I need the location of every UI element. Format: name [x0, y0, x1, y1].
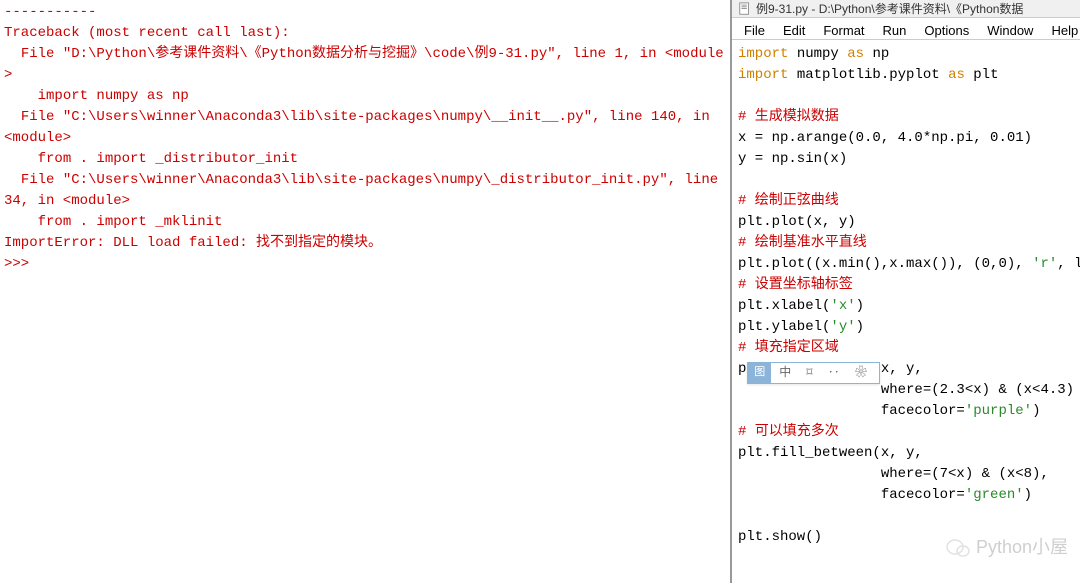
- window-title-text: 例9-31.py - D:\Python\参考课件资料\《Python数据: [756, 0, 1023, 18]
- wechat-icon: [946, 538, 970, 558]
- comment-5: # 填充指定区域: [738, 338, 1074, 359]
- tb-line-5: File "C:\Users\winner\Anaconda3\lib\site…: [4, 170, 726, 212]
- comment-4: # 设置坐标轴标签: [738, 275, 1074, 296]
- tb-line-6: from . import _mklinit: [4, 212, 726, 233]
- ime-mode-icon[interactable]: 图: [748, 363, 771, 384]
- tb-line-1: File "D:\Python\参考课件资料\《Python数据分析与挖掘》\c…: [4, 44, 726, 86]
- prompt-line[interactable]: >>>: [4, 254, 726, 275]
- menu-window[interactable]: Window: [979, 20, 1041, 37]
- menu-run[interactable]: Run: [875, 20, 915, 37]
- code-editor[interactable]: import numpy as np import matplotlib.pyp…: [732, 40, 1080, 552]
- menu-edit[interactable]: Edit: [775, 20, 813, 37]
- code-line: y = np.sin(x): [738, 149, 1074, 170]
- menu-format[interactable]: Format: [815, 20, 872, 37]
- ime-floating-toolbar[interactable]: 图 中 ⌑ ‥ ❀: [747, 362, 880, 384]
- comment-3: # 绘制基准水平直线: [738, 233, 1074, 254]
- ime-buttons[interactable]: 中 ⌑ ‥ ❀: [771, 362, 879, 384]
- traceback-header: Traceback (most recent call last):: [4, 23, 726, 44]
- menu-options[interactable]: Options: [916, 20, 977, 37]
- kw-import: import: [738, 46, 788, 62]
- comment-1: # 生成模拟数据: [738, 107, 1074, 128]
- comment-6: # 可以填充多次: [738, 422, 1074, 443]
- tb-line-3: File "C:\Users\winner\Anaconda3\lib\site…: [4, 107, 726, 149]
- editor-pane: 例9-31.py - D:\Python\参考课件资料\《Python数据 Fi…: [730, 0, 1080, 583]
- watermark: Python小屋: [946, 534, 1068, 561]
- tb-line-2: import numpy as np: [4, 86, 726, 107]
- code-line: plt.fill_between(x, y,: [738, 443, 1074, 464]
- code-line: where=(7<x) & (x<8),: [738, 464, 1074, 485]
- menu-file[interactable]: File: [736, 20, 773, 37]
- dash-line: -----------: [4, 2, 726, 23]
- comment-2: # 绘制正弦曲线: [738, 191, 1074, 212]
- console-traceback-pane: ----------- Traceback (most recent call …: [0, 0, 730, 583]
- import-error-line: ImportError: DLL load failed: 找不到指定的模块。: [4, 233, 726, 254]
- kw-as: as: [847, 46, 864, 62]
- watermark-text: Python小屋: [976, 534, 1068, 561]
- code-line: x = np.arange(0.0, 4.0*np.pi, 0.01): [738, 128, 1074, 149]
- window-title-bar: 例9-31.py - D:\Python\参考课件资料\《Python数据: [732, 0, 1080, 18]
- menu-help[interactable]: Help: [1043, 20, 1080, 37]
- menu-bar: File Edit Format Run Options Window Help: [732, 18, 1080, 40]
- code-line: plt.plot(x, y): [738, 212, 1074, 233]
- file-icon: [738, 2, 752, 16]
- tb-line-4: from . import _distributor_init: [4, 149, 726, 170]
